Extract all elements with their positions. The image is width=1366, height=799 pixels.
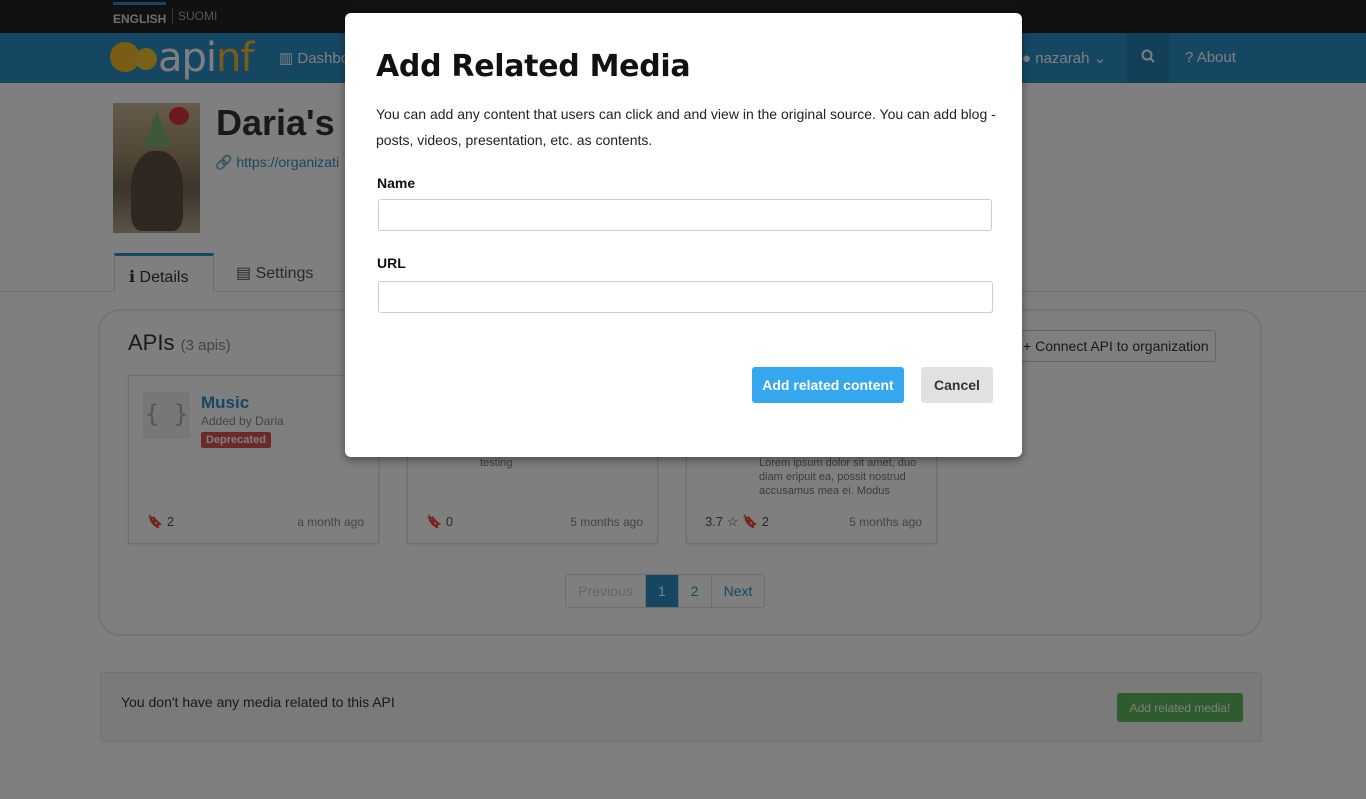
- add-related-content-button[interactable]: Add related content: [752, 367, 904, 403]
- name-input[interactable]: [378, 199, 992, 231]
- url-input[interactable]: [378, 281, 993, 313]
- cancel-button[interactable]: Cancel: [921, 367, 993, 403]
- name-label: Name: [377, 175, 416, 191]
- add-related-media-modal: Add Related Media You can add any conten…: [345, 13, 1022, 457]
- modal-title: Add Related Media: [376, 49, 691, 84]
- modal-intro: You can add any content that users can c…: [376, 106, 996, 148]
- url-label: URL: [377, 255, 406, 271]
